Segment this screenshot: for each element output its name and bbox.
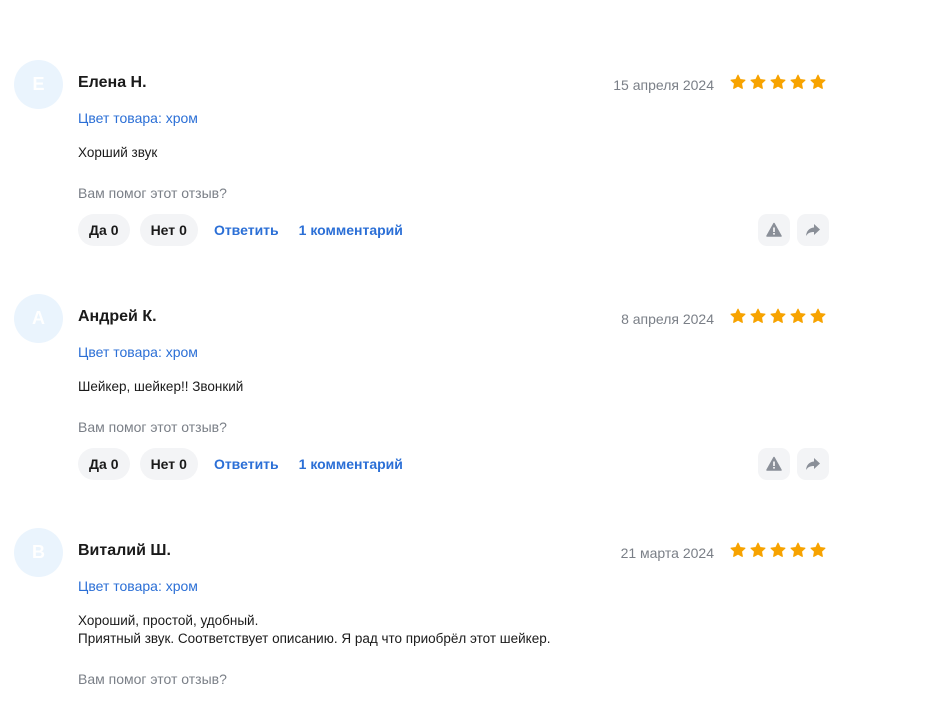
reply-link[interactable]: Ответить bbox=[214, 456, 279, 472]
review-author: Елена Н. bbox=[78, 74, 147, 91]
vote-no-button[interactable]: Нет 0 bbox=[139, 448, 198, 480]
warning-icon bbox=[766, 222, 782, 237]
vote-yes-count: 0 bbox=[110, 222, 119, 238]
vote-yes-button[interactable]: Да 0 bbox=[78, 214, 130, 246]
comments-link[interactable]: 1 комментарий bbox=[299, 456, 403, 472]
vote-no-count: 0 bbox=[179, 456, 187, 472]
warning-icon bbox=[766, 456, 782, 471]
rating-stars bbox=[730, 542, 826, 558]
vote-no-button[interactable]: Нет 0 bbox=[139, 214, 198, 246]
star-icon bbox=[810, 74, 826, 89]
vote-yes-button[interactable]: Да 0 bbox=[78, 448, 130, 480]
helpful-question: Вам помог этот отзыв? bbox=[78, 185, 227, 201]
helpful-question: Вам помог этот отзыв? bbox=[78, 671, 227, 687]
star-icon bbox=[730, 542, 746, 557]
reply-link[interactable]: Ответить bbox=[214, 222, 279, 238]
review-date: 8 апреля 2024 bbox=[621, 311, 714, 327]
share-button[interactable] bbox=[797, 214, 829, 246]
star-icon bbox=[790, 74, 806, 89]
share-icon bbox=[806, 458, 820, 470]
star-icon bbox=[770, 308, 786, 323]
vote-yes-label: Да bbox=[89, 456, 107, 472]
report-button[interactable] bbox=[758, 448, 790, 480]
review-author: Андрей К. bbox=[78, 308, 157, 325]
star-icon bbox=[790, 542, 806, 557]
star-icon bbox=[730, 308, 746, 323]
vote-no-count: 0 bbox=[179, 222, 187, 238]
review-date: 21 марта 2024 bbox=[620, 545, 714, 561]
review-text: Шейкер, шейкер!! Звонкий bbox=[78, 379, 244, 394]
star-icon bbox=[810, 308, 826, 323]
helpful-question: Вам помог этот отзыв? bbox=[78, 419, 227, 435]
product-color: Цвет товара: хром bbox=[78, 110, 198, 126]
product-color: Цвет товара: хром bbox=[78, 344, 198, 360]
review-date: 15 апреля 2024 bbox=[613, 77, 714, 93]
star-icon bbox=[750, 308, 766, 323]
vote-yes-label: Да bbox=[89, 222, 107, 238]
star-icon bbox=[770, 74, 786, 89]
review-text: Хорший звук bbox=[78, 145, 158, 160]
review-author: Виталий Ш. bbox=[78, 542, 171, 559]
star-icon bbox=[730, 74, 746, 89]
share-icon bbox=[806, 224, 820, 236]
rating-stars bbox=[730, 74, 826, 90]
vote-no-label: Нет bbox=[150, 222, 176, 238]
star-icon bbox=[750, 74, 766, 89]
review-actions: Да 0 Нет 0 Ответить 1 комментарий bbox=[78, 448, 403, 480]
vote-yes-count: 0 bbox=[110, 456, 119, 472]
star-icon bbox=[810, 542, 826, 557]
star-icon bbox=[770, 542, 786, 557]
report-button[interactable] bbox=[758, 214, 790, 246]
review-actions: Да 0 Нет 0 Ответить 1 комментарий bbox=[78, 214, 403, 246]
star-icon bbox=[790, 308, 806, 323]
avatar: А bbox=[14, 294, 63, 343]
avatar: В bbox=[14, 528, 63, 577]
avatar: Е bbox=[14, 60, 63, 109]
review-text: Хороший, простой, удобный. Приятный звук… bbox=[78, 613, 551, 646]
star-icon bbox=[750, 542, 766, 557]
rating-stars bbox=[730, 308, 826, 324]
vote-no-label: Нет bbox=[150, 456, 176, 472]
comments-link[interactable]: 1 комментарий bbox=[299, 222, 403, 238]
product-color: Цвет товара: хром bbox=[78, 578, 198, 594]
share-button[interactable] bbox=[797, 448, 829, 480]
